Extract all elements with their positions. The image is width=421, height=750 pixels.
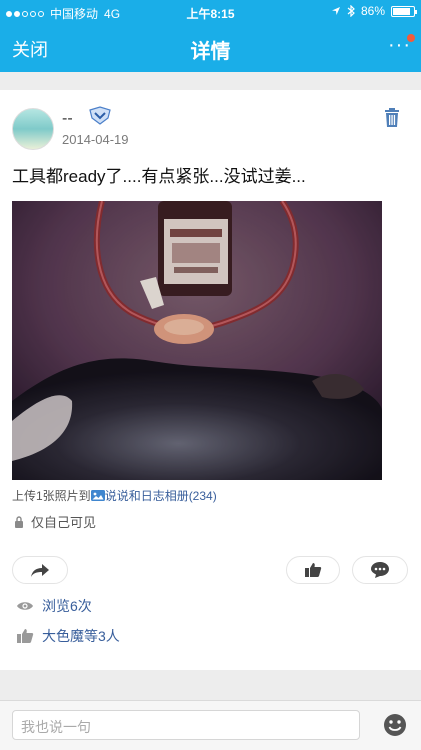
location-arrow-icon: [331, 7, 340, 15]
privacy-info: 仅自己可见: [14, 512, 96, 531]
vip-badge-icon: [89, 106, 111, 125]
views-label: 浏览6次: [42, 598, 92, 614]
share-button[interactable]: [12, 556, 68, 584]
battery-icon: [391, 5, 417, 17]
comment-input[interactable]: 我也说一句: [12, 710, 360, 740]
post-photo[interactable]: [12, 201, 382, 480]
post-text: 工具都ready了....有点紧张...没试过姜...: [12, 167, 306, 186]
status-bar: 中国移动 4G 上午8:15 86%: [0, 0, 421, 24]
trash-icon[interactable]: [383, 108, 401, 128]
battery-percent: 86%: [360, 4, 385, 18]
comment-button[interactable]: [352, 556, 408, 584]
share-icon: [31, 564, 49, 577]
view-count: 浏览6次: [16, 596, 92, 616]
notification-dot: [407, 34, 415, 42]
eye-icon: [17, 602, 33, 610]
comment-bubble-icon: [371, 562, 389, 578]
comment-bar: 我也说一句: [0, 700, 421, 750]
upload-prefix: 上传1张照片到: [12, 489, 91, 503]
thumb-up-icon: [305, 563, 322, 577]
like-button[interactable]: [286, 556, 340, 584]
likes-label[interactable]: 大色魔等3人: [42, 626, 120, 646]
username[interactable]: --: [62, 110, 73, 128]
page-title: 详情: [190, 41, 231, 63]
album-icon: [90, 490, 105, 501]
avatar[interactable]: [12, 108, 54, 150]
bluetooth-icon: [347, 5, 355, 17]
status-right: 86%: [331, 4, 417, 18]
lock-icon: [15, 515, 23, 528]
album-link[interactable]: 说说和日志相册(234): [105, 489, 217, 503]
privacy-label: 仅自己可见: [31, 515, 97, 530]
like-list[interactable]: 大色魔等3人: [16, 626, 120, 646]
navigation-bar: 关闭 详情 ···: [0, 24, 421, 72]
post-card: -- 2014-04-19 工具都ready了....有点紧张...没试过姜..…: [0, 90, 421, 670]
thumb-up-icon: [17, 629, 34, 643]
emoji-icon[interactable]: [383, 713, 407, 737]
upload-info: 上传1张照片到 说说和日志相册(234): [12, 487, 217, 504]
post-date: 2014-04-19: [62, 132, 129, 147]
